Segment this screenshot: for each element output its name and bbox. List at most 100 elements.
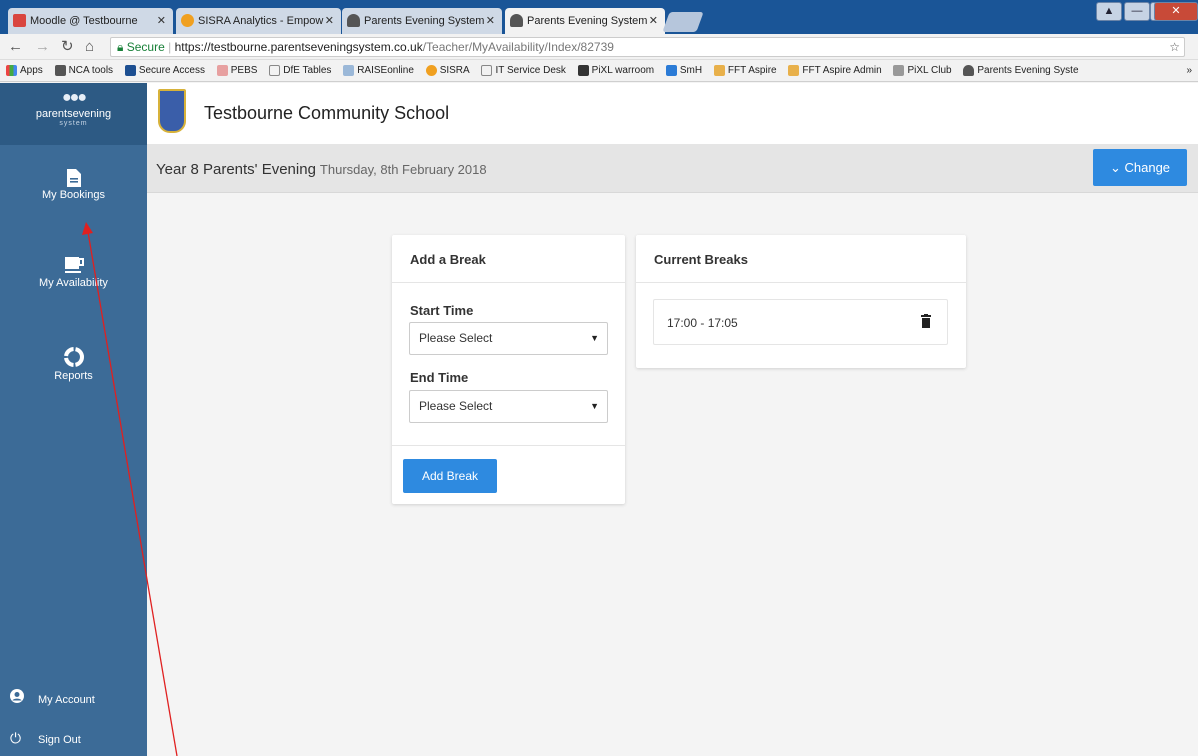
add-break-button[interactable]: Add Break xyxy=(403,459,497,493)
tab-title: Moodle @ Testbourne xyxy=(30,15,138,27)
more-bookmarks-icon[interactable]: » xyxy=(1186,60,1192,81)
bookmark-item[interactable]: PiXL Club xyxy=(893,60,952,81)
browser-tab[interactable]: Moodle @ Testbourne ✕ xyxy=(8,8,173,34)
break-list-item: 17:00 - 17:05 xyxy=(653,299,948,345)
pixl-icon xyxy=(893,64,905,76)
close-tab-icon[interactable]: ✕ xyxy=(649,8,658,34)
bookmark-item[interactable]: RAISEonline xyxy=(343,60,414,81)
bookmark-item[interactable]: NCA tools xyxy=(54,60,114,81)
caret-down-icon: ▼ xyxy=(590,333,599,343)
chevron-down-icon: ⌄ xyxy=(1109,160,1125,175)
close-tab-icon[interactable]: ✕ xyxy=(157,8,166,34)
address-bar[interactable]: 🔒︎ Secure | https://testbourne.parentsev… xyxy=(110,37,1185,57)
logo-text: parentsevening xyxy=(35,108,112,120)
power-icon: ⏻ xyxy=(10,730,22,746)
close-tab-icon[interactable]: ✕ xyxy=(325,8,334,34)
sidebar-item-reports[interactable]: Reports xyxy=(0,346,147,382)
divider xyxy=(392,282,625,283)
bookmark-label: FFT Aspire Admin xyxy=(802,65,882,76)
current-breaks-card: Current Breaks 17:00 - 17:05 xyxy=(636,235,966,368)
sidebar-item-my-availability[interactable]: My Availability xyxy=(0,255,147,289)
pixl-icon xyxy=(577,64,589,76)
page-icon xyxy=(481,64,493,76)
bookmark-item[interactable]: Apps xyxy=(6,60,43,81)
school-name: Testbourne Community School xyxy=(204,103,450,123)
bookmark-label: PiXL Club xyxy=(907,65,952,76)
tab-title: Parents Evening System xyxy=(364,15,485,27)
bookmark-label: RAISEonline xyxy=(357,65,414,76)
divider xyxy=(636,282,966,283)
tab-title: SISRA Analytics - Empow xyxy=(198,15,324,27)
bookmark-item[interactable]: IT Service Desk xyxy=(481,60,566,81)
user-profile-icon[interactable]: ▲ xyxy=(1096,2,1122,21)
reports-icon xyxy=(63,347,84,367)
parents-evening-icon xyxy=(347,14,360,27)
bookmark-item[interactable]: SISRA xyxy=(425,60,470,81)
trash-icon[interactable] xyxy=(921,314,931,331)
select-value: Please Select xyxy=(419,399,493,413)
bookmark-item[interactable]: Parents Evening Syste xyxy=(963,60,1079,81)
bookmark-label: DfE Tables xyxy=(283,65,332,76)
bookmark-item[interactable]: PiXL warroom xyxy=(577,60,655,81)
bookmarks-bar: Apps NCA tools Secure Access PEBS DfE Ta… xyxy=(0,60,1198,82)
bookmark-label: NCA tools xyxy=(68,65,114,76)
card-title: Current Breaks xyxy=(654,252,748,267)
sisra-icon xyxy=(181,14,194,27)
sidebar-item-my-bookings[interactable]: My Bookings xyxy=(0,169,147,201)
start-time-select[interactable]: Please Select ▼ xyxy=(409,322,608,355)
close-tab-icon[interactable]: ✕ xyxy=(486,8,495,34)
back-icon[interactable]: ← xyxy=(8,38,23,56)
bookmark-item[interactable]: PEBS xyxy=(216,60,257,81)
pebs-icon xyxy=(216,64,228,76)
app-header: Testbourne Community School xyxy=(147,83,1198,145)
forward-icon[interactable]: → xyxy=(35,38,50,56)
bookmark-item[interactable]: Secure Access xyxy=(124,60,205,81)
browser-navbar: ← → ↻ ⌂ 🔒︎ Secure | https://testbourne.p… xyxy=(0,34,1198,60)
bookmark-label: SISRA xyxy=(439,65,470,76)
reload-icon[interactable]: ↻ xyxy=(61,38,74,56)
event-title: Year 8 Parents' Evening xyxy=(156,161,316,178)
end-time-label: End Time xyxy=(410,370,469,385)
url-path: /Teacher/MyAvailability/Index/82739 xyxy=(422,40,614,54)
new-tab-button[interactable] xyxy=(662,12,704,32)
app-logo[interactable]: ●●● parentsevening system xyxy=(0,83,147,145)
card-title: Add a Break xyxy=(410,252,486,267)
raise-icon xyxy=(343,64,355,76)
change-label: Change xyxy=(1124,160,1171,175)
fft-icon xyxy=(713,64,725,76)
school-crest xyxy=(158,89,186,133)
home-icon[interactable]: ⌂ xyxy=(85,38,94,56)
window-close-button[interactable]: ✕ xyxy=(1154,2,1198,21)
browser-tab-strip: Moodle @ Testbourne ✕ SISRA Analytics - … xyxy=(0,0,1198,34)
end-time-select[interactable]: Please Select ▼ xyxy=(409,390,608,423)
apps-icon xyxy=(6,64,17,76)
bookmark-item[interactable]: SmH xyxy=(665,60,703,81)
dfe-icon xyxy=(124,64,136,76)
page-icon xyxy=(269,64,281,76)
logo-subtext: system xyxy=(59,120,88,127)
bookmark-label: Apps xyxy=(20,65,43,76)
cup-icon xyxy=(64,257,84,273)
break-time: 17:00 - 17:05 xyxy=(667,316,738,330)
select-value: Please Select xyxy=(419,331,493,345)
change-button[interactable]: ⌄ Change xyxy=(1093,149,1187,186)
sidebar-item-sign-out[interactable]: ⏻ Sign Out xyxy=(0,720,147,756)
parents-evening-icon xyxy=(963,64,975,76)
sidebar-item-label: Reports xyxy=(54,370,93,382)
bookmark-item[interactable]: DfE Tables xyxy=(269,60,332,81)
bookmark-item[interactable]: FFT Aspire xyxy=(713,60,777,81)
sidebar-item-my-account[interactable]: My Account xyxy=(0,682,147,718)
sidebar-item-label: My Account xyxy=(38,694,95,706)
minimize-button[interactable]: — xyxy=(1124,2,1150,21)
browser-tab[interactable]: Parents Evening System ✕ xyxy=(342,8,502,34)
start-time-label: Start Time xyxy=(410,303,474,318)
bookmark-item[interactable]: FFT Aspire Admin xyxy=(788,60,882,81)
browser-tab[interactable]: SISRA Analytics - Empow ✕ xyxy=(176,8,341,34)
url-host: https://testbourne.parentseveningsystem.… xyxy=(174,40,423,54)
browser-tab-active[interactable]: Parents Evening System ✕ xyxy=(505,8,665,34)
bookmark-label: SmH xyxy=(679,65,703,76)
bookmark-star-icon[interactable]: ☆ xyxy=(1169,38,1180,56)
parents-evening-icon xyxy=(510,14,523,27)
sisra-icon xyxy=(425,64,437,76)
bookmark-label: PiXL warroom xyxy=(591,65,655,76)
